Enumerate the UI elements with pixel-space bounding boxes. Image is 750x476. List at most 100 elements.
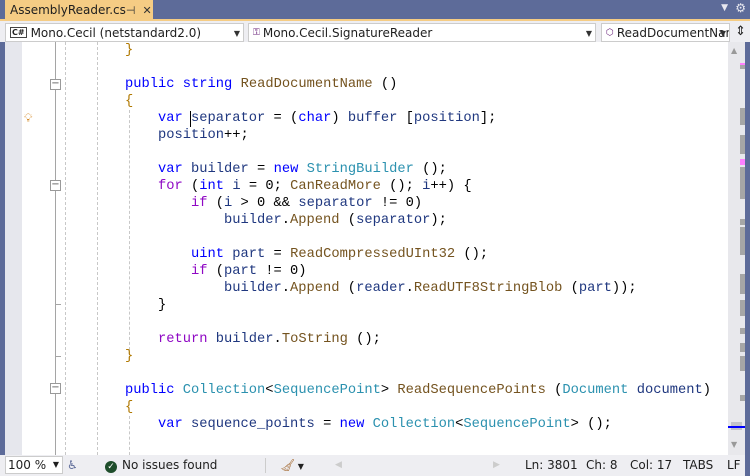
code-token: var [158, 111, 183, 126]
scroll-marker [740, 108, 745, 125]
code-token: ( [545, 383, 563, 398]
code-token: . [281, 281, 291, 296]
caret-position-marker [728, 426, 745, 428]
line-number[interactable]: Ln: 3801 [525, 457, 578, 473]
pin-icon[interactable]: ⊣ [126, 4, 136, 17]
tab-assemblyreader[interactable]: AssemblyReader.cs ⊣ ✕ [5, 0, 153, 20]
scroll-marker [740, 227, 745, 255]
code-token: string [182, 77, 233, 92]
code-token: builder [224, 281, 282, 296]
split-editor-icon[interactable]: ⇕ [735, 24, 746, 39]
status-bar: 100 % ▼ ♿︎ ✓ No issues found 🧹︎ ▼ ◀ ▶ Ln: … [0, 455, 745, 476]
column-number[interactable]: Col: 17 [630, 457, 672, 473]
code-token: } [125, 43, 134, 58]
chevron-down-icon: ▼ [233, 29, 240, 38]
code-token: ( [339, 213, 357, 228]
code-token: (); [380, 179, 423, 194]
indent-guide [97, 42, 98, 455]
code-line: position++; [158, 127, 249, 144]
code-token: . [405, 281, 414, 296]
collapse-toggle[interactable]: − [50, 180, 61, 191]
code-token: ++; [224, 128, 249, 143]
code-token: char [298, 111, 332, 126]
issues-indicator[interactable]: ✓ No issues found [105, 457, 217, 473]
code-token: = 0; [240, 179, 291, 194]
code-line: for (int i = 0; CanReadMore (); i++) { [158, 178, 472, 195]
code-token: { [125, 94, 134, 109]
code-token: Append [290, 213, 340, 228]
scroll-marker [740, 356, 745, 371]
code-token: > 0 && [232, 196, 299, 211]
code-token: separator [356, 213, 431, 228]
code-token: Append [290, 281, 340, 296]
code-token: } [125, 349, 134, 364]
code-line: { [125, 399, 133, 416]
code-token: int [199, 179, 225, 194]
scroll-up-icon[interactable]: ▲ [731, 46, 737, 56]
type-dropdown[interactable]: ⚿ Mono.Cecil.SignatureReader ▼ [248, 23, 596, 42]
code-token: ReadUTF8StringBlob [413, 281, 563, 296]
indent-guide [129, 416, 130, 455]
chevron-down-icon[interactable]: ▼ [721, 3, 728, 13]
code-token: () [372, 77, 398, 92]
type-label: Mono.Cecil.SignatureReader [262, 25, 433, 40]
code-editor[interactable]: 💡︎ − − − } public string ReadDocumentName… [5, 42, 745, 455]
scroll-left-icon[interactable]: ◀ [335, 457, 342, 473]
code-token: public [125, 77, 175, 92]
code-token: = [265, 247, 291, 262]
indentation-mode[interactable]: TABS [683, 457, 713, 473]
code-token: != 0) [372, 196, 423, 211]
line-ending[interactable]: LF [727, 457, 741, 473]
code-token: buffer [347, 111, 398, 126]
glyph-margin [5, 42, 22, 455]
code-token: ( [562, 281, 579, 296]
navigation-bar: C# Mono.Cecil (netstandard2.0) ▼ ⚿ Mono.… [0, 19, 750, 42]
code-token: uint [191, 247, 225, 262]
text-caret [190, 111, 191, 127]
code-line: if (part != 0) [191, 263, 307, 280]
collapse-toggle[interactable]: − [50, 383, 61, 394]
code-token: var [158, 417, 183, 432]
code-token: Collection [182, 383, 266, 398]
vertical-scrollbar[interactable]: ▲ ▼ [728, 42, 745, 455]
accessibility-icon[interactable]: ♿︎ [67, 457, 78, 473]
code-token: < [265, 383, 274, 398]
code-token: builder [215, 332, 274, 347]
code-token: ) [702, 383, 711, 398]
indent-guide [65, 42, 66, 455]
project-dropdown[interactable]: C# Mono.Cecil (netstandard2.0) ▼ [5, 23, 244, 42]
code-token: ( [207, 264, 225, 279]
code-token: ( [182, 179, 200, 194]
close-icon[interactable]: ✕ [142, 4, 151, 17]
code-token: Document [562, 383, 629, 398]
code-token: Collection [372, 417, 456, 432]
member-dropdown[interactable]: ⬡ ReadDocumentName ▼ [601, 23, 730, 42]
code-cleanup-icon[interactable]: 🧹︎ ▼ [280, 457, 304, 475]
scroll-marker [740, 300, 745, 316]
scroll-down-icon[interactable]: ▼ [731, 440, 737, 450]
collapse-toggle[interactable]: − [50, 79, 61, 90]
code-token: { [125, 400, 134, 415]
code-token: ReadDocumentName [240, 77, 373, 92]
code-token: (); [347, 332, 381, 347]
code-token: = ( [265, 111, 299, 126]
member-label: ReadDocumentName [616, 25, 729, 40]
lightbulb-icon[interactable]: 💡︎ [24, 111, 32, 125]
code-line: var separator = (char) buffer [position]… [158, 110, 496, 127]
char-number[interactable]: Ch: 8 [586, 457, 617, 473]
tab-bar: AssemblyReader.cs ⊣ ✕ ▼ ⚙ [0, 0, 750, 20]
code-token: new [339, 417, 365, 432]
scroll-right-icon[interactable]: ▶ [493, 457, 500, 473]
scroll-marker [740, 167, 745, 199]
code-line: { [125, 93, 133, 110]
zoom-dropdown[interactable]: 100 % ▼ [5, 456, 63, 474]
class-icon: ⚿ [253, 27, 260, 38]
code-token: sequence_points [191, 417, 315, 432]
gear-icon[interactable]: ⚙ [735, 1, 746, 15]
code-line: } [125, 42, 133, 59]
outline-end [55, 304, 61, 305]
code-token: new [273, 162, 299, 177]
